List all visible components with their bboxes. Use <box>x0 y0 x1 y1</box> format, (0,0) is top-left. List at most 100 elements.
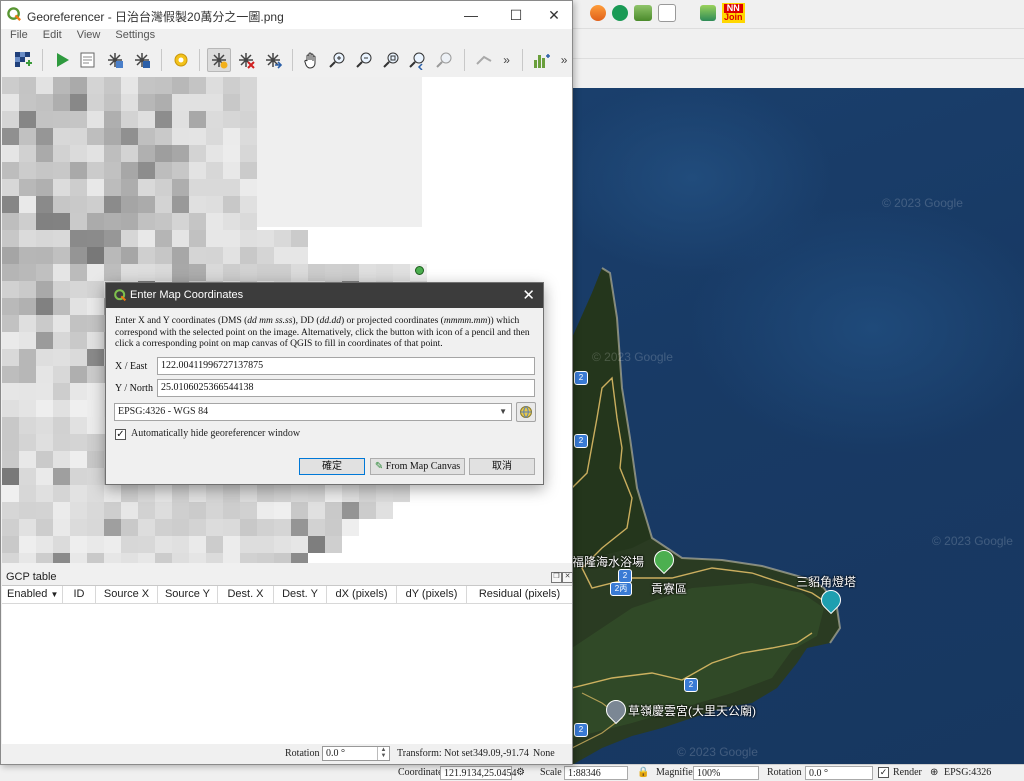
raster-pixel <box>2 468 19 485</box>
raster-pixel <box>121 94 138 111</box>
column-header-dest-y[interactable]: Dest. Y <box>274 586 327 603</box>
select-crs-button[interactable] <box>516 402 536 422</box>
raster-pixel <box>87 434 104 451</box>
no-entry-icon[interactable] <box>612 5 628 21</box>
y-north-input[interactable]: 25.0106025366544138 <box>157 379 535 397</box>
close-icon[interactable]: ✕ <box>522 286 535 304</box>
layers-plugin-icon[interactable] <box>634 5 652 21</box>
raster-pixel <box>223 264 240 281</box>
raster-pixel <box>70 502 87 519</box>
crs-icon[interactable]: ⊕ <box>930 766 938 780</box>
load-gcp-points-button[interactable] <box>103 48 127 72</box>
raster-pixel <box>19 94 36 111</box>
close-panel-icon[interactable]: ✕ <box>562 572 573 583</box>
rotation-field[interactable]: 0.0 ° <box>805 766 873 780</box>
x-east-input[interactable]: 122.00411996727137875 <box>157 357 535 375</box>
zoom-next-button[interactable] <box>433 48 457 72</box>
render-label: Render <box>893 767 922 778</box>
auto-hide-label: Automatically hide georeferencer window <box>131 428 301 439</box>
delete-point-button[interactable] <box>234 48 258 72</box>
raster-pixel <box>19 553 36 563</box>
gcp-marker-icon[interactable] <box>415 266 424 275</box>
add-point-button[interactable] <box>207 48 232 72</box>
zoom-in-button[interactable] <box>326 48 350 72</box>
transformation-settings-button[interactable] <box>169 48 193 72</box>
nnjoin-icon[interactable]: NN Join <box>722 3 745 23</box>
column-header-residual[interactable]: Residual (pixels) <box>467 586 572 603</box>
open-raster-button[interactable] <box>11 48 35 72</box>
save-gcp-points-button[interactable] <box>130 48 154 72</box>
dialog-titlebar[interactable]: Enter Map Coordinates ✕ <box>106 283 543 308</box>
spin-arrows-icon[interactable]: ▲ ▼ <box>377 747 389 760</box>
raster-pixel <box>257 519 274 536</box>
raster-pixel <box>2 213 19 230</box>
scale-field[interactable]: 1:88346 <box>564 766 628 780</box>
raster-pixel <box>2 145 19 162</box>
column-header-source-y[interactable]: Source Y <box>158 586 218 603</box>
coordinate-field[interactable]: 121.9134,25.0454 <box>440 766 517 780</box>
rotation-spinbox[interactable]: 0.0 ° ▲ ▼ <box>322 746 390 761</box>
open-raster-icon <box>14 52 32 67</box>
pencil-icon: ✎ <box>374 461 384 472</box>
raster-pixel <box>87 179 104 196</box>
zoom-out-button[interactable] <box>353 48 377 72</box>
lock-scale-icon[interactable]: 🔒 <box>637 766 649 780</box>
float-panel-icon[interactable]: ❐ <box>551 572 562 583</box>
column-header-id[interactable]: ID <box>63 586 96 603</box>
raster-pixel <box>36 451 53 468</box>
raster-pixel <box>36 264 53 281</box>
crs-selector[interactable]: EPSG:4326 - WGS 84 ▼ <box>114 403 512 421</box>
menu-file[interactable]: File <box>1 29 34 43</box>
auto-hide-checkbox[interactable]: ✓ <box>115 429 126 440</box>
raster-pixel <box>274 536 291 553</box>
from-map-canvas-button[interactable]: ✎ From Map Canvas <box>370 458 465 475</box>
start-georeferencing-button[interactable] <box>50 48 74 72</box>
column-header-enabled[interactable]: Enabled ▼ <box>2 586 63 603</box>
raster-pixel <box>36 349 53 366</box>
raster-pixel <box>172 179 189 196</box>
refresh-plugin-icon[interactable] <box>700 5 716 21</box>
map-label-lighthouse: 三貂角燈塔 <box>796 575 857 589</box>
menu-edit[interactable]: Edit <box>34 29 68 43</box>
link-georeferencer-button[interactable] <box>472 48 496 72</box>
raster-pixel <box>36 128 53 145</box>
raster-pixel <box>87 417 104 434</box>
magnifier-field[interactable]: 100% <box>693 766 759 780</box>
column-header-dx[interactable]: dX (pixels) <box>327 586 397 603</box>
plugin-icon[interactable] <box>590 5 606 21</box>
georeferencer-titlebar[interactable]: Georeferencer - 日治台灣假製20萬分之一圖.png — ☐ ✕ <box>1 1 572 29</box>
pan-button[interactable] <box>300 48 324 72</box>
raster-pixel <box>121 247 138 264</box>
ok-button[interactable]: 確定 <box>299 458 365 475</box>
column-header-dy[interactable]: dY (pixels) <box>397 586 467 603</box>
column-header-dest-x[interactable]: Dest. X <box>218 586 274 603</box>
profile-tool-icon[interactable] <box>658 4 676 22</box>
raster-pixel <box>393 264 410 281</box>
raster-pixel <box>70 332 87 349</box>
raster-pixel <box>70 434 87 451</box>
raster-pixel <box>138 553 155 563</box>
menu-settings[interactable]: Settings <box>106 29 161 43</box>
menu-view[interactable]: View <box>68 29 107 43</box>
toolbar-overflow-button[interactable]: » <box>499 53 515 67</box>
render-checkbox[interactable]: ✓ <box>878 767 889 778</box>
zoom-to-layer-button[interactable] <box>380 48 404 72</box>
raster-pixel <box>87 519 104 536</box>
cancel-button[interactable]: 取消 <box>469 458 535 475</box>
map-canvas[interactable]: © 2023 Google © 2023 Google © 2023 Googl… <box>572 88 1024 765</box>
minimize-button[interactable]: — <box>448 1 494 29</box>
generate-gdal-script-button[interactable] <box>76 48 100 72</box>
gcp-table[interactable]: Enabled ▼ ID Source X Source Y Dest. X D… <box>2 585 572 744</box>
crs-label[interactable]: EPSG:4326 <box>944 766 991 780</box>
column-header-source-x[interactable]: Source X <box>96 586 158 603</box>
toggle-extents-icon[interactable]: ⚙ <box>516 766 525 780</box>
raster-pixel <box>206 128 223 145</box>
raster-pixel <box>53 315 70 332</box>
satellite-imagery <box>572 267 842 765</box>
raster-pixel <box>206 264 223 281</box>
move-point-button[interactable] <box>261 48 285 72</box>
histogram-stretch-button[interactable] <box>529 48 553 72</box>
close-button[interactable]: ✕ <box>531 1 577 29</box>
toolbar-overflow-button[interactable]: » <box>556 53 572 67</box>
zoom-last-button[interactable] <box>407 48 431 72</box>
